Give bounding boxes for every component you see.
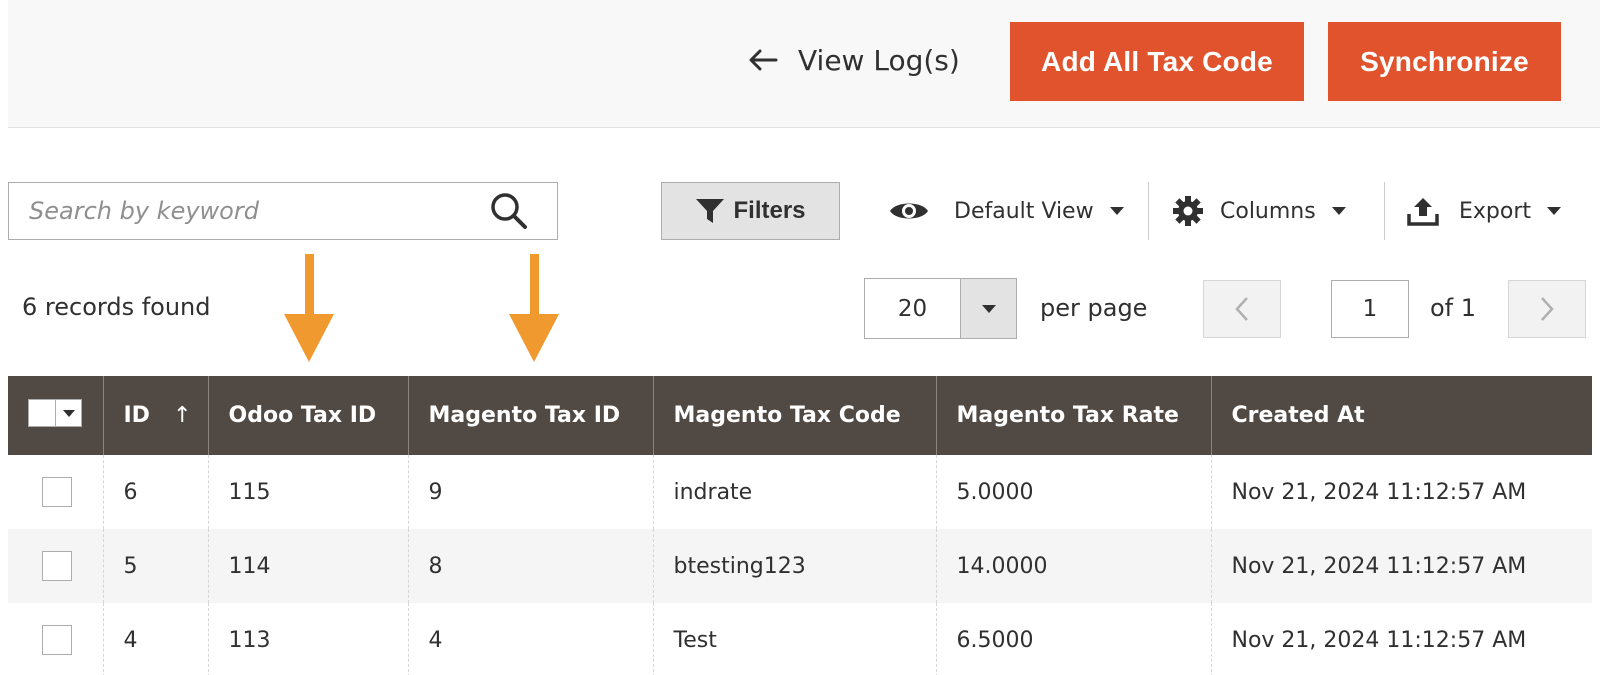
filters-button[interactable]: Filters bbox=[661, 182, 840, 240]
funnel-icon bbox=[696, 199, 725, 223]
synchronize-button[interactable]: Synchronize bbox=[1328, 22, 1561, 101]
cell-created-at: Nov 21, 2024 11:12:57 AM bbox=[1210, 455, 1592, 529]
records-found-count: 6 records found bbox=[22, 293, 211, 321]
annotation-arrow-down-icon bbox=[284, 254, 334, 362]
cell-odoo-tax-id: 114 bbox=[207, 529, 408, 603]
tax-code-grid: ID ↑ Odoo Tax ID Magento Tax ID Magento … bbox=[8, 376, 1592, 675]
row-checkbox[interactable] bbox=[42, 551, 72, 581]
column-header-odoo-tax-id[interactable]: Odoo Tax ID bbox=[207, 376, 408, 455]
chevron-left-icon bbox=[1235, 297, 1248, 321]
table-row[interactable]: 4 113 4 Test 6.5000 Nov 21, 2024 11:12:5… bbox=[8, 603, 1592, 675]
cell-magento-tax-code: indrate bbox=[652, 455, 936, 529]
cell-magento-tax-rate: 5.0000 bbox=[935, 455, 1211, 529]
row-checkbox[interactable] bbox=[42, 625, 72, 655]
cell-magento-tax-code: btesting123 bbox=[652, 529, 936, 603]
table-row[interactable]: 5 114 8 btesting123 14.0000 Nov 21, 2024… bbox=[8, 529, 1592, 603]
column-header-created-at[interactable]: Created At bbox=[1210, 376, 1592, 455]
cell-id: 6 bbox=[102, 455, 208, 529]
cell-magento-tax-code: Test bbox=[652, 603, 936, 675]
previous-page-button[interactable] bbox=[1203, 280, 1281, 338]
cell-magento-tax-id: 4 bbox=[407, 603, 653, 675]
arrow-left-icon bbox=[749, 49, 778, 71]
grid-header-row: ID ↑ Odoo Tax ID Magento Tax ID Magento … bbox=[8, 376, 1592, 455]
mass-select-header bbox=[8, 376, 103, 455]
column-header-magento-tax-code[interactable]: Magento Tax Code bbox=[652, 376, 936, 455]
toolbar-divider bbox=[1148, 182, 1149, 240]
total-pages-label: of 1 bbox=[1430, 294, 1477, 322]
columns-label: Columns bbox=[1220, 198, 1316, 224]
mass-select-toggle[interactable] bbox=[55, 400, 81, 426]
per-page-toggle[interactable] bbox=[960, 279, 1016, 338]
cell-magento-tax-id: 8 bbox=[407, 529, 653, 603]
cell-created-at: Nov 21, 2024 11:12:57 AM bbox=[1210, 529, 1592, 603]
table-row[interactable]: 6 115 9 indrate 5.0000 Nov 21, 2024 11:1… bbox=[8, 455, 1592, 529]
columns-dropdown[interactable]: Columns bbox=[1172, 186, 1346, 236]
cell-magento-tax-id: 9 bbox=[407, 455, 653, 529]
chevron-down-icon bbox=[62, 409, 75, 417]
cell-magento-tax-rate: 14.0000 bbox=[935, 529, 1211, 603]
chevron-right-icon bbox=[1541, 297, 1554, 321]
cell-id: 5 bbox=[102, 529, 208, 603]
view-logs-link[interactable]: View Log(s) bbox=[748, 40, 960, 80]
page-actions-header: View Log(s) Add All Tax Code Synchronize bbox=[8, 0, 1600, 128]
chevron-down-icon bbox=[1331, 207, 1346, 215]
per-page-label: per page bbox=[1040, 294, 1148, 322]
cell-odoo-tax-id: 115 bbox=[207, 455, 408, 529]
default-view-label: Default View bbox=[954, 198, 1094, 224]
column-header-magento-tax-id[interactable]: Magento Tax ID bbox=[407, 376, 653, 455]
toolbar-divider bbox=[1384, 182, 1385, 240]
cell-magento-tax-rate: 6.5000 bbox=[935, 603, 1211, 675]
default-view-dropdown[interactable]: Default View bbox=[888, 186, 1124, 236]
column-header-id[interactable]: ID ↑ bbox=[102, 376, 208, 455]
mass-select-checkbox[interactable] bbox=[29, 400, 55, 426]
filters-label: Filters bbox=[733, 197, 806, 224]
add-all-tax-code-button[interactable]: Add All Tax Code bbox=[1010, 22, 1304, 101]
chevron-down-icon bbox=[981, 304, 996, 313]
mass-select-dropdown[interactable] bbox=[28, 399, 82, 427]
search-input[interactable] bbox=[9, 183, 479, 239]
search-box bbox=[8, 182, 558, 240]
next-page-button[interactable] bbox=[1508, 280, 1586, 338]
sort-ascending-icon: ↑ bbox=[173, 403, 192, 428]
annotation-arrow-down-icon bbox=[509, 254, 559, 362]
column-header-magento-tax-rate[interactable]: Magento Tax Rate bbox=[935, 376, 1211, 455]
gear-icon bbox=[1173, 196, 1203, 226]
cell-id: 4 bbox=[102, 603, 208, 675]
row-checkbox[interactable] bbox=[42, 477, 72, 507]
view-logs-label: View Log(s) bbox=[798, 43, 960, 77]
cell-created-at: Nov 21, 2024 11:12:57 AM bbox=[1210, 603, 1592, 675]
cell-odoo-tax-id: 113 bbox=[207, 603, 408, 675]
export-dropdown[interactable]: Export bbox=[1407, 186, 1562, 236]
chevron-down-icon bbox=[1547, 207, 1562, 215]
eye-icon bbox=[890, 203, 928, 219]
per-page-select[interactable]: 20 bbox=[864, 278, 1017, 339]
search-icon[interactable] bbox=[479, 191, 539, 231]
export-label: Export bbox=[1459, 198, 1532, 224]
chevron-down-icon bbox=[1109, 207, 1124, 215]
upload-icon bbox=[1407, 198, 1439, 226]
per-page-value: 20 bbox=[897, 295, 928, 322]
current-page-input[interactable] bbox=[1331, 280, 1409, 338]
